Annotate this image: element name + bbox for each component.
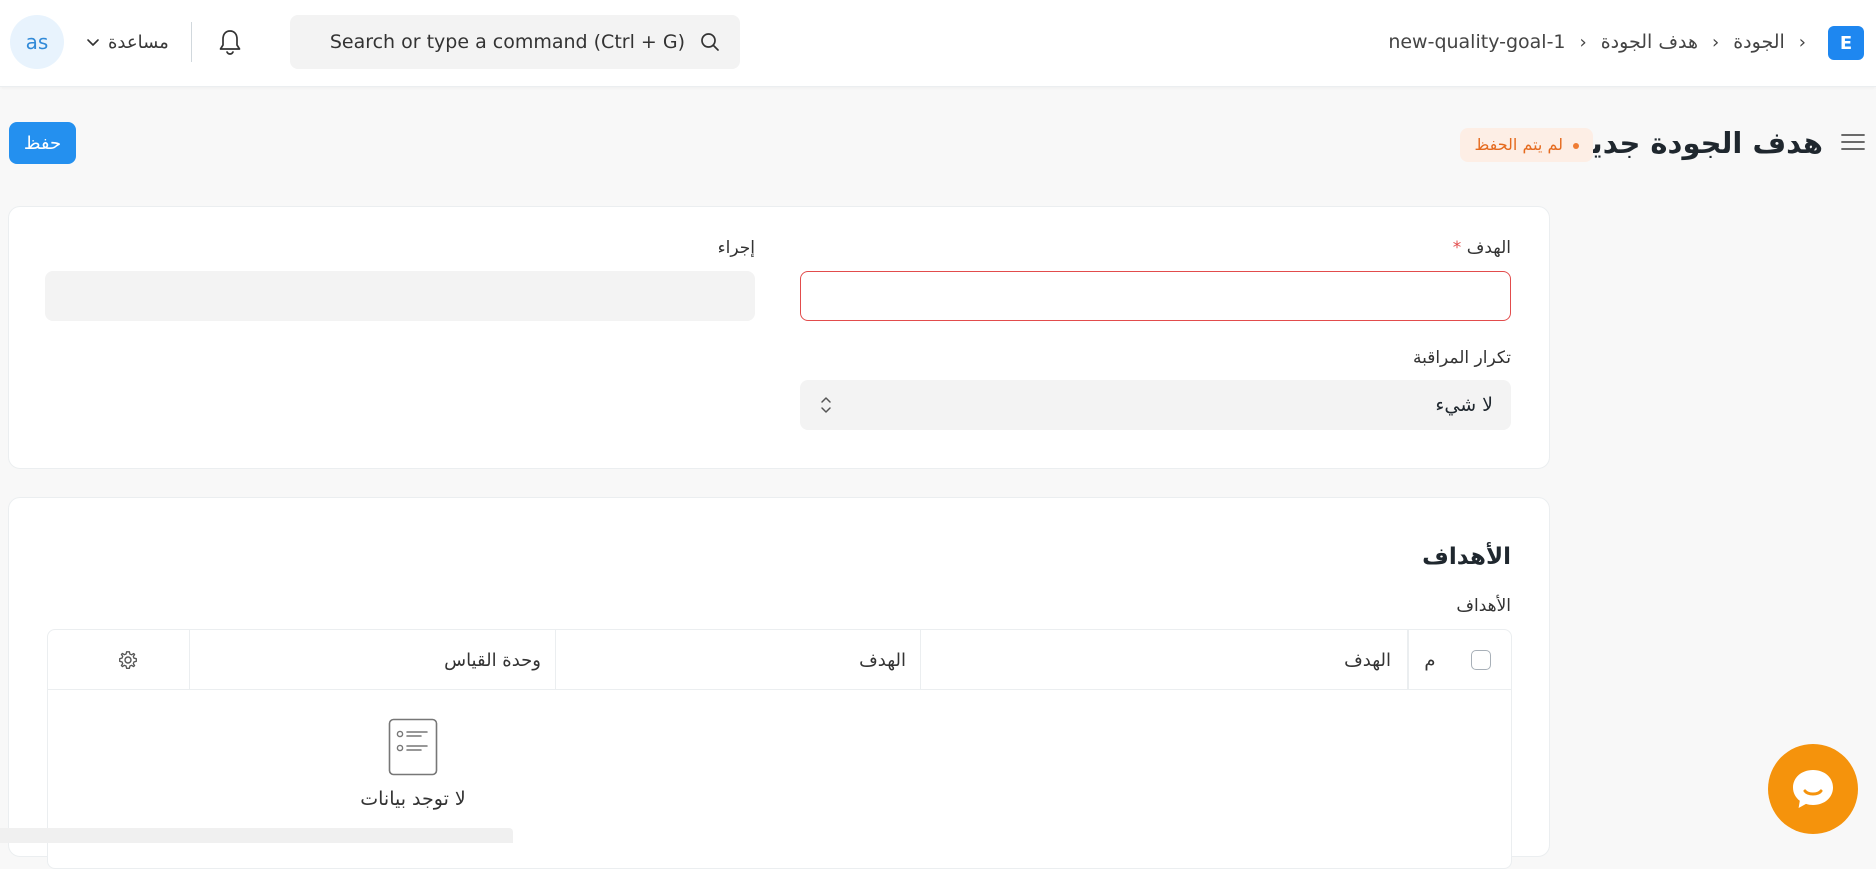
goal-label: الهدف * (1452, 238, 1511, 258)
save-button[interactable]: حفظ (9, 122, 76, 164)
chat-button[interactable] (1768, 744, 1858, 834)
objectives-card: الأهداف الأهداف م الهدف الهدف وحدة القيا… (8, 497, 1550, 869)
gear-icon[interactable] (118, 650, 138, 670)
monitoring-frequency-value: لا شيء (1435, 394, 1493, 416)
status-dot-icon (1573, 142, 1579, 149)
avatar[interactable]: as (10, 15, 64, 69)
navbar-divider (191, 22, 192, 62)
action-input[interactable] (45, 271, 755, 321)
column-header-uom: وحدة القياس (189, 630, 555, 690)
bell-icon[interactable] (217, 28, 243, 56)
avatar-initials: as (25, 30, 49, 54)
help-label: مساعدة (108, 31, 169, 53)
column-header-no: م (1408, 630, 1451, 690)
select-all-checkbox[interactable] (1471, 650, 1491, 670)
list-icon (388, 718, 438, 776)
help-dropdown[interactable]: مساعدة (86, 27, 169, 57)
table-header-row: م الهدف الهدف وحدة القياس (48, 630, 1511, 690)
chevron-down-icon (87, 39, 99, 46)
navbar: as مساعدة Search or type a command (Ctrl… (0, 0, 1876, 87)
chat-bubble-icon (1793, 770, 1833, 808)
monitoring-frequency-select[interactable]: لا شيء (800, 380, 1511, 430)
status-bar-strip (0, 828, 513, 843)
goal-input[interactable] (800, 271, 1511, 321)
action-label: إجراء (717, 238, 755, 258)
app-logo[interactable]: E (1828, 26, 1864, 60)
search-bar[interactable]: Search or type a command (Ctrl + G) (290, 15, 740, 69)
monitoring-frequency-label: تكرار المراقبة (1412, 348, 1511, 368)
required-mark: * (1452, 238, 1462, 258)
breadcrumb: › الجودة › هدف الجودة › new-quality-goal… (1388, 27, 1806, 57)
column-header-target: الهدف (555, 630, 920, 690)
breadcrumb-separator: › (1579, 31, 1587, 53)
search-icon (701, 33, 719, 51)
sidebar-toggle-icon[interactable] (1840, 130, 1866, 154)
breadcrumb-item-quality-goal[interactable]: هدف الجودة (1601, 31, 1698, 53)
breadcrumb-separator: › (1712, 31, 1720, 53)
page-title: هدف الجودة جديد (1575, 126, 1823, 160)
status-badge: لم يتم الحفظ (1460, 128, 1593, 162)
breadcrumb-separator: › (1798, 31, 1806, 53)
breadcrumb-item-quality[interactable]: الجودة (1733, 31, 1785, 53)
breadcrumb-item-current: new-quality-goal-1 (1388, 31, 1566, 53)
empty-state-text: لا توجد بيانات (360, 788, 466, 810)
details-card: الهدف * إجراء تكرار المراقبة لا شيء (8, 206, 1550, 469)
empty-state: لا توجد بيانات (48, 718, 778, 810)
objectives-table-label: الأهداف (1456, 596, 1511, 616)
column-header-objective: الهدف (920, 630, 1408, 690)
status-text: لم يتم الحفظ (1474, 135, 1563, 154)
objectives-section-title: الأهداف (1422, 544, 1511, 570)
search-input[interactable]: Search or type a command (Ctrl + G) (330, 15, 685, 69)
app-logo-letter: E (1839, 32, 1853, 54)
select-all-column (1451, 630, 1511, 690)
column-settings (67, 630, 189, 690)
select-arrows-icon (821, 397, 831, 413)
